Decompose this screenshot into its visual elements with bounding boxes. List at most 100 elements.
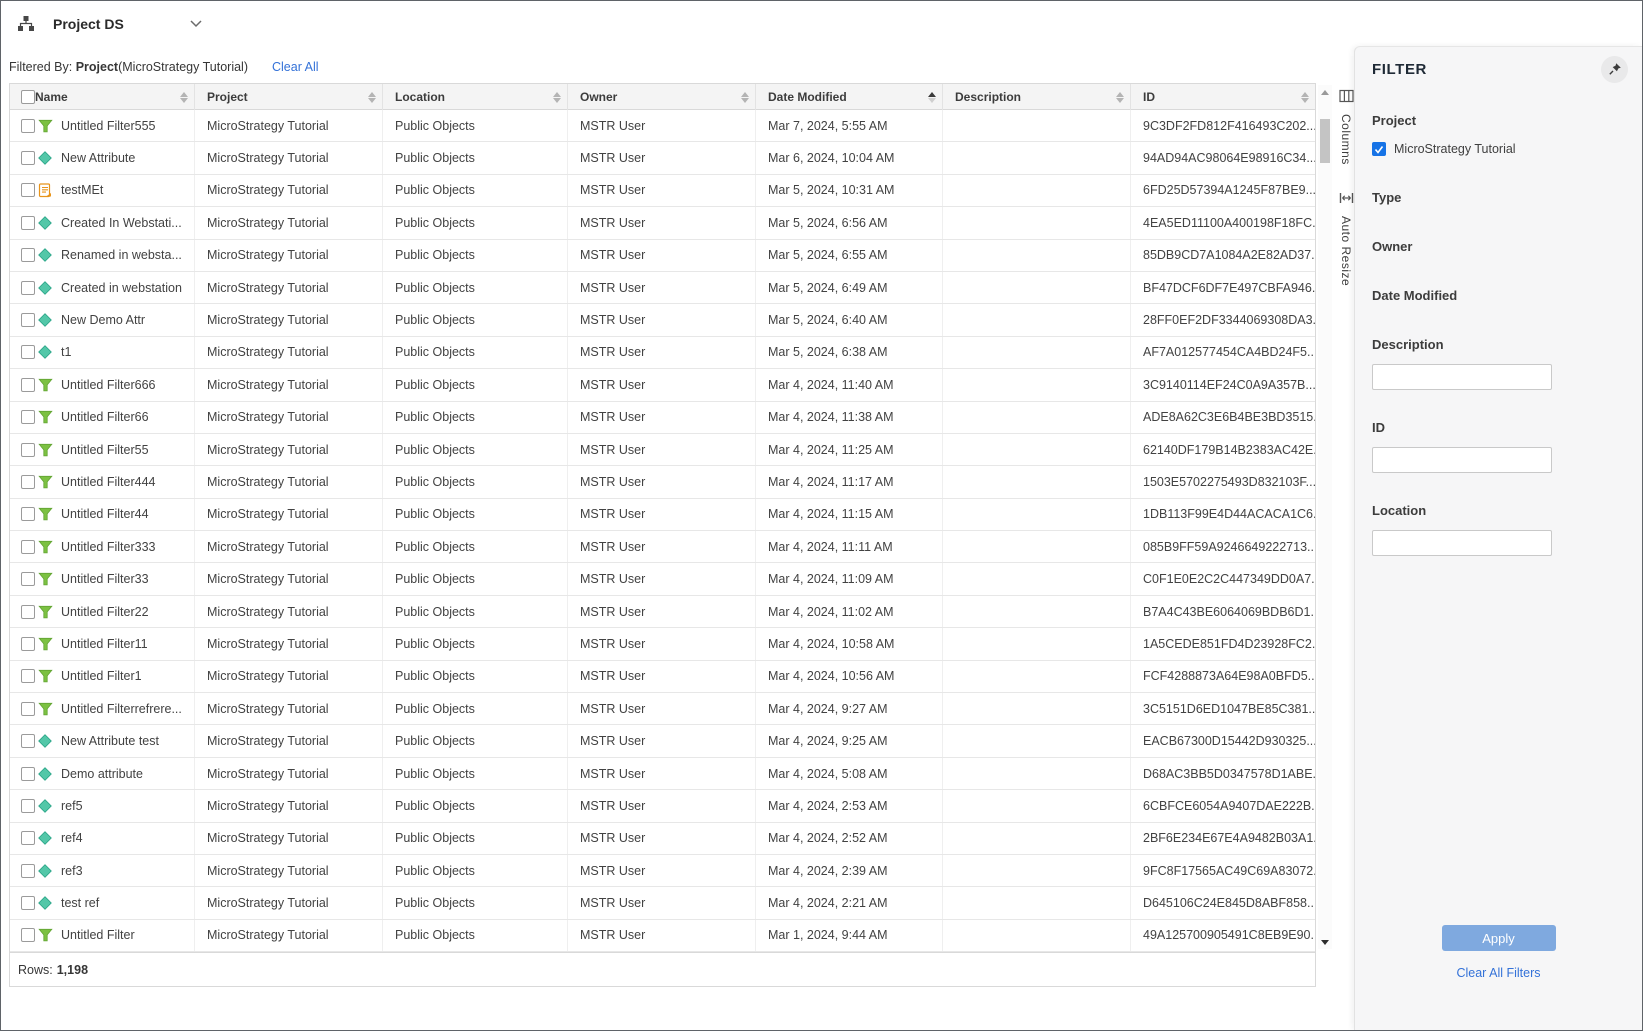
table-row[interactable]: Untitled Filterrefrere...MicroStrategy T… xyxy=(10,693,1315,725)
row-checkbox[interactable] xyxy=(21,313,35,327)
table-row[interactable]: test refMicroStrategy TutorialPublic Obj… xyxy=(10,887,1315,919)
row-checkbox[interactable] xyxy=(21,799,35,813)
table-row[interactable]: New AttributeMicroStrategy TutorialPubli… xyxy=(10,142,1315,174)
table-row[interactable]: Untitled Filter33MicroStrategy TutorialP… xyxy=(10,563,1315,595)
clear-all-filters-link[interactable]: Clear All Filters xyxy=(1456,966,1540,980)
table-row[interactable]: ref3MicroStrategy TutorialPublic Objects… xyxy=(10,855,1315,887)
description-cell xyxy=(943,272,1131,303)
sort-arrows-icon[interactable] xyxy=(368,92,376,103)
sort-arrows-icon[interactable] xyxy=(741,92,749,103)
table-row[interactable]: Untitled Filter666MicroStrategy Tutorial… xyxy=(10,369,1315,401)
table-row[interactable]: Untitled Filter55MicroStrategy TutorialP… xyxy=(10,434,1315,466)
table-row[interactable]: t1MicroStrategy TutorialPublic ObjectsMS… xyxy=(10,337,1315,369)
filter-project-option[interactable]: MicroStrategy Tutorial xyxy=(1372,142,1625,156)
column-header-label: Description xyxy=(955,90,1021,104)
row-checkbox[interactable] xyxy=(21,669,35,683)
filter-type-label: Type xyxy=(1372,190,1625,205)
row-checkbox[interactable] xyxy=(21,410,35,424)
tab-auto-resize[interactable]: Auto Resize xyxy=(1339,191,1354,286)
table-row[interactable]: Created In Webstati...MicroStrategy Tuto… xyxy=(10,207,1315,239)
location-cell: Public Objects xyxy=(383,725,568,756)
id-cell: 3C5151D6ED1047BE85C381... xyxy=(1131,693,1315,724)
table-row[interactable]: Untitled Filter333MicroStrategy Tutorial… xyxy=(10,531,1315,563)
sort-arrows-icon[interactable] xyxy=(180,92,188,103)
row-checkbox[interactable] xyxy=(21,767,35,781)
row-checkbox[interactable] xyxy=(21,443,35,457)
clear-all-link[interactable]: Clear All xyxy=(272,60,319,74)
name-cell: Renamed in websta... xyxy=(35,240,195,271)
owner-cell: MSTR User xyxy=(568,531,756,562)
row-checkbox[interactable] xyxy=(21,637,35,651)
row-checkbox[interactable] xyxy=(21,896,35,910)
id-field[interactable] xyxy=(1372,447,1552,473)
table-scrollbar[interactable] xyxy=(1318,85,1332,949)
row-checkbox[interactable] xyxy=(21,734,35,748)
location-field[interactable] xyxy=(1372,530,1552,556)
pin-button[interactable] xyxy=(1601,56,1628,83)
table-row[interactable]: Untitled Filter66MicroStrategy TutorialP… xyxy=(10,402,1315,434)
row-checkbox[interactable] xyxy=(21,572,35,586)
sort-arrows-icon[interactable] xyxy=(553,92,561,103)
chevron-down-icon[interactable] xyxy=(190,20,202,28)
sort-arrows-icon[interactable] xyxy=(928,92,936,103)
object-name: New Demo Attr xyxy=(61,313,145,327)
row-checkbox[interactable] xyxy=(21,928,35,942)
checked-checkbox-icon[interactable] xyxy=(1372,142,1386,156)
apply-button[interactable]: Apply xyxy=(1442,925,1556,951)
table-row[interactable]: New Demo AttrMicroStrategy TutorialPubli… xyxy=(10,304,1315,336)
owner-cell: MSTR User xyxy=(568,466,756,497)
owner-cell: MSTR User xyxy=(568,855,756,886)
column-header-project[interactable]: Project xyxy=(195,84,383,110)
table-row[interactable]: Untitled Filter555MicroStrategy Tutorial… xyxy=(10,110,1315,142)
sort-arrows-icon[interactable] xyxy=(1301,92,1309,103)
column-header-owner[interactable]: Owner xyxy=(568,84,756,110)
row-checkbox[interactable] xyxy=(21,507,35,521)
description-cell xyxy=(943,855,1131,886)
id-cell: 2BF6E234E67E4A9482B03A1... xyxy=(1131,823,1315,854)
tab-columns[interactable]: Columns xyxy=(1339,89,1354,165)
row-checkbox[interactable] xyxy=(21,248,35,262)
table-row[interactable]: Untitled Filter22MicroStrategy TutorialP… xyxy=(10,596,1315,628)
row-checkbox[interactable] xyxy=(21,281,35,295)
table-row[interactable]: Untitled Filter444MicroStrategy Tutorial… xyxy=(10,466,1315,498)
id-cell: 1503E5702275493D832103F... xyxy=(1131,466,1315,497)
owner-cell: MSTR User xyxy=(568,596,756,627)
row-checkbox[interactable] xyxy=(21,702,35,716)
table-row[interactable]: Untitled Filter1MicroStrategy TutorialPu… xyxy=(10,661,1315,693)
row-checkbox[interactable] xyxy=(21,151,35,165)
table-row[interactable]: New Attribute testMicroStrategy Tutorial… xyxy=(10,725,1315,757)
name-cell: Untitled Filter1 xyxy=(35,661,195,692)
attribute-icon xyxy=(37,798,53,814)
column-header-description[interactable]: Description xyxy=(943,84,1131,110)
table-row[interactable]: ref5MicroStrategy TutorialPublic Objects… xyxy=(10,790,1315,822)
row-checkbox[interactable] xyxy=(21,345,35,359)
row-checkbox[interactable] xyxy=(21,119,35,133)
column-header-name[interactable]: Name xyxy=(35,84,195,110)
select-all-checkbox[interactable] xyxy=(21,90,35,104)
table-row[interactable]: ref4MicroStrategy TutorialPublic Objects… xyxy=(10,823,1315,855)
table-row[interactable]: Demo attributeMicroStrategy TutorialPubl… xyxy=(10,758,1315,790)
table-row[interactable]: Renamed in websta...MicroStrategy Tutori… xyxy=(10,240,1315,272)
table-row[interactable]: Created in webstationMicroStrategy Tutor… xyxy=(10,272,1315,304)
table-row[interactable]: Untitled FilterMicroStrategy TutorialPub… xyxy=(10,920,1315,952)
row-checkbox[interactable] xyxy=(21,183,35,197)
column-header-date-modified[interactable]: Date Modified xyxy=(756,84,943,110)
scroll-down-icon[interactable] xyxy=(1318,935,1332,949)
owner-cell: MSTR User xyxy=(568,823,756,854)
scrollbar-thumb[interactable] xyxy=(1320,119,1330,163)
row-checkbox[interactable] xyxy=(21,864,35,878)
row-checkbox[interactable] xyxy=(21,475,35,489)
row-checkbox[interactable] xyxy=(21,831,35,845)
description-field[interactable] xyxy=(1372,364,1552,390)
row-checkbox[interactable] xyxy=(21,540,35,554)
table-row[interactable]: testMEtMicroStrategy TutorialPublic Obje… xyxy=(10,175,1315,207)
column-header-id[interactable]: ID xyxy=(1131,84,1315,110)
row-checkbox[interactable] xyxy=(21,216,35,230)
column-header-location[interactable]: Location xyxy=(383,84,568,110)
row-checkbox[interactable] xyxy=(21,605,35,619)
scroll-up-icon[interactable] xyxy=(1318,85,1332,99)
sort-arrows-icon[interactable] xyxy=(1116,92,1124,103)
row-checkbox[interactable] xyxy=(21,378,35,392)
table-row[interactable]: Untitled Filter44MicroStrategy TutorialP… xyxy=(10,499,1315,531)
table-row[interactable]: Untitled Filter11MicroStrategy TutorialP… xyxy=(10,628,1315,660)
